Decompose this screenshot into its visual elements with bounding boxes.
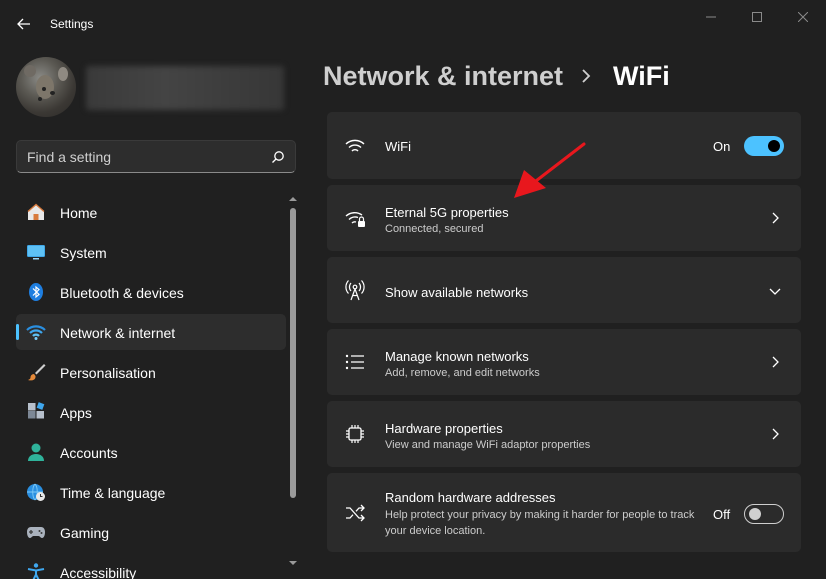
sidebar-item-label: Network & internet [60, 325, 176, 341]
wifi-toggle[interactable] [744, 136, 784, 156]
hardware-title: Hardware properties [385, 421, 503, 436]
network-name: Eternal 5G properties [385, 205, 509, 220]
sidebar-item-apps[interactable]: Apps [16, 394, 286, 430]
search-input[interactable] [27, 148, 257, 166]
close-button[interactable] [780, 4, 826, 30]
known-networks-subtitle: Add, remove, and edit networks [385, 367, 540, 379]
annotation-arrow [514, 142, 586, 198]
random-addresses-toggle[interactable] [744, 504, 784, 524]
chevron-right-icon [581, 69, 595, 83]
antenna-icon [345, 280, 365, 301]
apps-icon [28, 402, 45, 419]
toggle-knob [768, 140, 780, 152]
sidebar-item-label: Time & language [60, 485, 166, 501]
sidebar-item-accessibility[interactable]: Accessibility [16, 554, 286, 579]
sidebar-item-accounts[interactable]: Accounts [16, 434, 286, 470]
shuffle-icon [346, 504, 365, 522]
sidebar-item-time-language[interactable]: Time & language [16, 474, 286, 510]
toggle-knob [749, 508, 761, 520]
home-icon [27, 203, 45, 220]
chip-icon [346, 425, 364, 443]
arrow-left-icon [17, 18, 30, 30]
maximize-icon [752, 12, 762, 22]
back-button[interactable] [10, 10, 38, 38]
accounts-icon [28, 443, 44, 461]
sidebar-item-label: Personalisation [60, 365, 156, 381]
search-icon[interactable] [271, 150, 285, 164]
minimize-icon [706, 16, 716, 18]
minimize-button[interactable] [688, 4, 734, 30]
known-networks-title: Manage known networks [385, 349, 529, 364]
sidebar-nav: Home System Bluetooth & devices Network … [16, 194, 286, 579]
sidebar-item-label: Apps [60, 405, 92, 421]
globe-clock-icon [27, 483, 45, 501]
bluetooth-icon [29, 283, 43, 301]
wifi-title: WiFi [385, 139, 411, 154]
accessibility-icon [27, 563, 45, 579]
list-icon [345, 354, 364, 370]
chevron-down-icon [769, 288, 781, 295]
sidebar-item-system[interactable]: System [16, 234, 286, 270]
scroll-thumb[interactable] [290, 208, 296, 498]
sidebar-item-label: Gaming [60, 525, 110, 541]
breadcrumb: Network & internet WiFi [323, 56, 670, 96]
hardware-subtitle: View and manage WiFi adaptor properties [385, 439, 591, 451]
available-networks-card[interactable]: Show available networks [327, 257, 801, 323]
wifi-secured-icon [345, 212, 365, 227]
known-networks-card[interactable]: Manage known networks Add, remove, and e… [327, 329, 801, 395]
random-toggle-label: Off [713, 507, 731, 522]
scroll-down-icon[interactable] [288, 558, 298, 568]
chevron-right-icon [772, 428, 779, 440]
user-name-redacted [86, 66, 284, 110]
sidebar-item-label: Bluetooth & devices [60, 285, 184, 301]
sidebar-scrollbar[interactable] [287, 194, 299, 568]
app-title: Settings [50, 17, 94, 31]
sidebar-item-network[interactable]: Network & internet [16, 314, 286, 350]
random-addresses-card[interactable]: Random hardware addresses Help protect y… [327, 473, 801, 552]
page-title: WiFi [613, 60, 670, 91]
gamepad-icon [27, 527, 45, 538]
search-box[interactable] [16, 140, 296, 173]
available-networks-title: Show available networks [385, 285, 529, 300]
close-icon [798, 12, 808, 22]
hardware-properties-card[interactable]: Hardware properties View and manage WiFi… [327, 401, 801, 467]
network-icon [26, 325, 46, 340]
sidebar-item-home[interactable]: Home [16, 194, 286, 230]
sidebar-item-label: System [60, 245, 107, 261]
wifi-icon [345, 139, 365, 152]
scroll-up-icon[interactable] [288, 194, 298, 204]
random-addresses-title: Random hardware addresses [385, 490, 556, 505]
sidebar-item-label: Home [60, 205, 98, 221]
title-bar: Settings [0, 0, 826, 46]
sidebar-item-label: Accessibility [60, 565, 137, 579]
sidebar-item-personalisation[interactable]: Personalisation [16, 354, 286, 390]
random-addresses-subtitle: Help protect your privacy by making it h… [385, 509, 695, 537]
wifi-toggle-label: On [713, 139, 731, 154]
brush-icon [28, 364, 46, 381]
network-status: Connected, secured [385, 223, 484, 235]
sidebar-item-label: Accounts [60, 445, 118, 461]
system-icon [27, 245, 45, 260]
sidebar-item-gaming[interactable]: Gaming [16, 514, 286, 550]
chevron-right-icon [772, 212, 779, 224]
breadcrumb-parent[interactable]: Network & internet [323, 61, 563, 92]
chevron-right-icon [772, 356, 779, 368]
avatar[interactable] [16, 57, 76, 117]
maximize-button[interactable] [734, 4, 780, 30]
sidebar-item-bluetooth[interactable]: Bluetooth & devices [16, 274, 286, 310]
